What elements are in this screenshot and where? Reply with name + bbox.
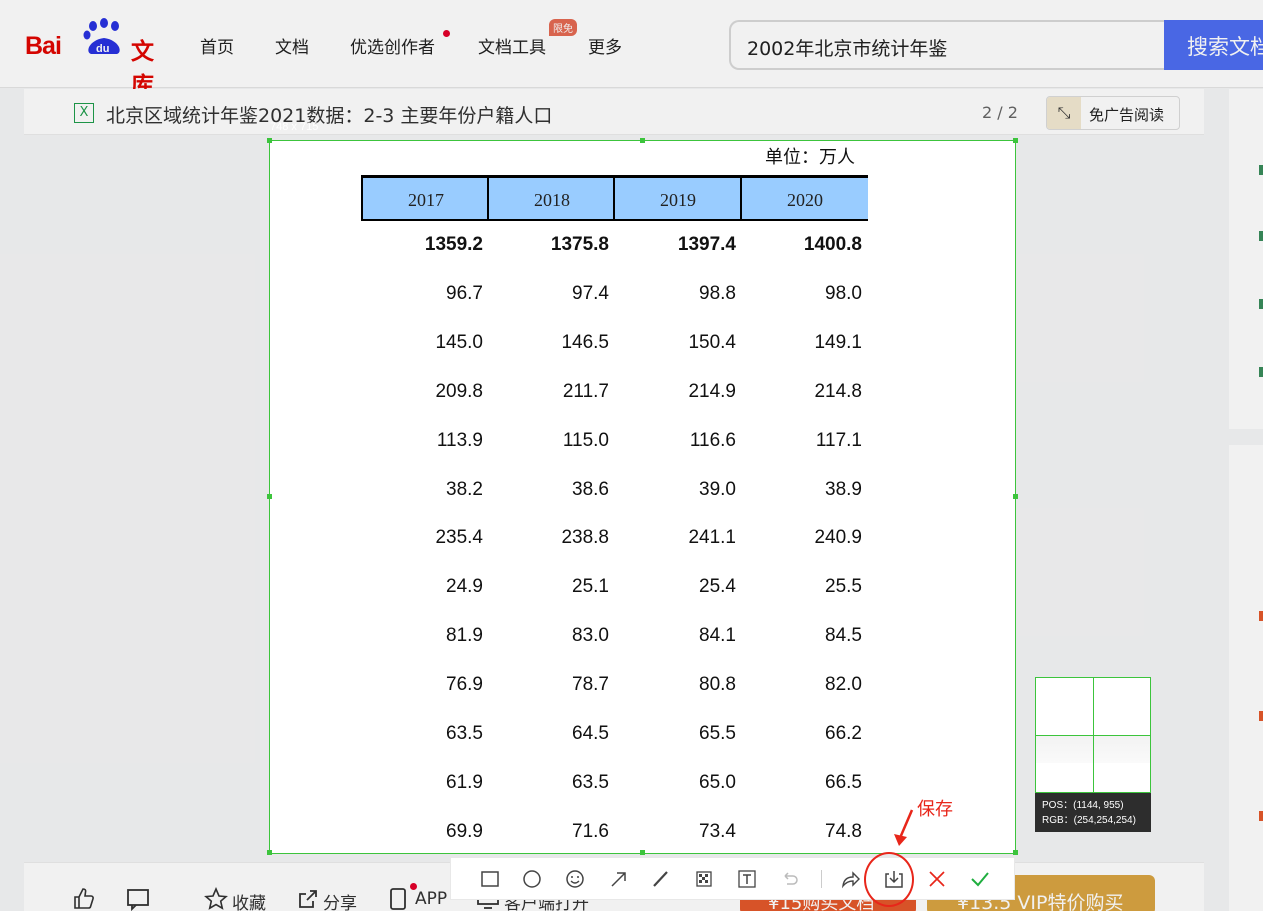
table-cell: 39.0 — [699, 478, 736, 500]
table-cell: 38.9 — [825, 478, 862, 500]
resize-handle-e[interactable] — [1013, 494, 1018, 499]
table-cell: 149.1 — [814, 331, 862, 353]
capture-selection[interactable]: 单位：万人 2017 2018 2019 2020 1359.2 1375.8 13… — [267, 138, 1018, 855]
table-cell: 241.1 — [688, 527, 736, 549]
table-cell: 63.5 — [572, 771, 609, 793]
table-cell: 116.6 — [689, 429, 736, 451]
table-cell: 74.8 — [825, 820, 862, 842]
undo-icon[interactable] — [779, 868, 801, 890]
magnifier-preview — [1035, 677, 1151, 793]
column-header: 2017 — [408, 190, 444, 210]
rectangle-icon[interactable] — [479, 868, 501, 890]
table-cell: 115.0 — [562, 429, 609, 451]
table-cell: 117.1 — [815, 429, 862, 451]
table-cell: 80.8 — [699, 674, 736, 696]
table-cell: 69.9 — [446, 820, 483, 842]
table-cell: 38.6 — [572, 478, 609, 500]
table-cell: 25.5 — [825, 576, 862, 598]
table-cell: 98.8 — [699, 282, 736, 304]
table-cell: 76.9 — [446, 674, 483, 696]
screenshot-toolbar — [450, 857, 1015, 900]
table-cell: 1397.4 — [677, 234, 736, 255]
column-header: 2018 — [534, 190, 570, 210]
table-cell: 98.0 — [825, 282, 862, 304]
table-cell: 73.4 — [699, 820, 736, 842]
table-cell: 235.4 — [435, 527, 483, 549]
table-cell: 150.4 — [688, 331, 736, 353]
magnifier-crosshair-horizontal — [1036, 735, 1150, 736]
table-cell: 61.9 — [446, 771, 483, 793]
table-cell: 25.4 — [699, 576, 736, 598]
arrow-icon[interactable] — [608, 868, 630, 890]
share-icon[interactable] — [840, 868, 862, 890]
table-cell: 209.8 — [435, 380, 483, 402]
table-cell: 38.2 — [446, 478, 483, 500]
table-cell: 214.9 — [688, 380, 736, 402]
table-cell: 82.0 — [825, 674, 862, 696]
text-icon[interactable] — [736, 868, 758, 890]
cursor-position: POS：(1144, 955) — [1042, 800, 1124, 811]
table-cell: 65.5 — [699, 723, 736, 744]
table-cell: 65.0 — [699, 771, 736, 793]
table-cell: 97.4 — [572, 282, 609, 304]
resize-handle-w[interactable] — [267, 494, 272, 499]
table-cell: 64.5 — [572, 723, 609, 744]
table-cell: 1400.8 — [803, 234, 862, 255]
resize-handle-se[interactable] — [1013, 850, 1018, 855]
table-cell: 63.5 — [446, 723, 483, 744]
resize-handle-nw[interactable] — [267, 138, 272, 143]
magnifier-info: POS：(1144, 955) RGB：(254,254,254) — [1035, 793, 1151, 832]
confirm-icon[interactable] — [969, 868, 991, 890]
table-cell: 146.5 — [561, 331, 609, 353]
table-cell: 240.9 — [814, 527, 862, 549]
selection-size-label: 748 x 715 — [270, 121, 319, 133]
emoji-icon[interactable] — [564, 868, 586, 890]
resize-handle-ne[interactable] — [1013, 138, 1018, 143]
resize-handle-n[interactable] — [640, 138, 645, 143]
table-cell: 71.6 — [572, 820, 609, 842]
table-cell: 113.9 — [436, 429, 483, 451]
table-cell: 24.9 — [446, 576, 483, 598]
resize-handle-sw[interactable] — [267, 850, 272, 855]
table-cell: 238.8 — [561, 527, 609, 549]
mosaic-icon[interactable] — [693, 868, 715, 890]
table-cell: 25.1 — [572, 576, 609, 598]
toolbar-divider — [821, 870, 822, 888]
annotation-arrow-icon — [894, 809, 914, 846]
table-cell: 81.9 — [446, 625, 483, 647]
unit-label: 单位：万人 — [765, 147, 855, 167]
column-header: 2020 — [787, 190, 823, 210]
table-cell: 84.5 — [825, 625, 862, 647]
table-cell: 214.8 — [814, 380, 862, 402]
table-cell: 1375.8 — [550, 234, 609, 255]
pen-icon[interactable] — [650, 868, 672, 890]
table-cell: 83.0 — [572, 625, 609, 647]
table-cell: 211.7 — [562, 380, 609, 402]
resize-handle-s[interactable] — [640, 850, 645, 855]
table-cell: 78.7 — [572, 674, 609, 696]
table-cell: 1359.2 — [424, 234, 483, 255]
save-annotation-circle — [864, 852, 914, 907]
table-header: 2017 2018 2019 2020 — [361, 175, 868, 221]
table-cell: 96.7 — [446, 282, 483, 304]
column-header: 2019 — [660, 190, 696, 210]
table-cell: 145.0 — [435, 331, 483, 353]
ellipse-icon[interactable] — [521, 868, 543, 890]
table-cell: 84.1 — [699, 625, 736, 647]
table-cell: 66.5 — [825, 771, 862, 793]
table-cell: 66.2 — [825, 723, 862, 744]
pixel-color: RGB：(254,254,254) — [1042, 815, 1136, 826]
close-icon[interactable] — [926, 868, 948, 890]
